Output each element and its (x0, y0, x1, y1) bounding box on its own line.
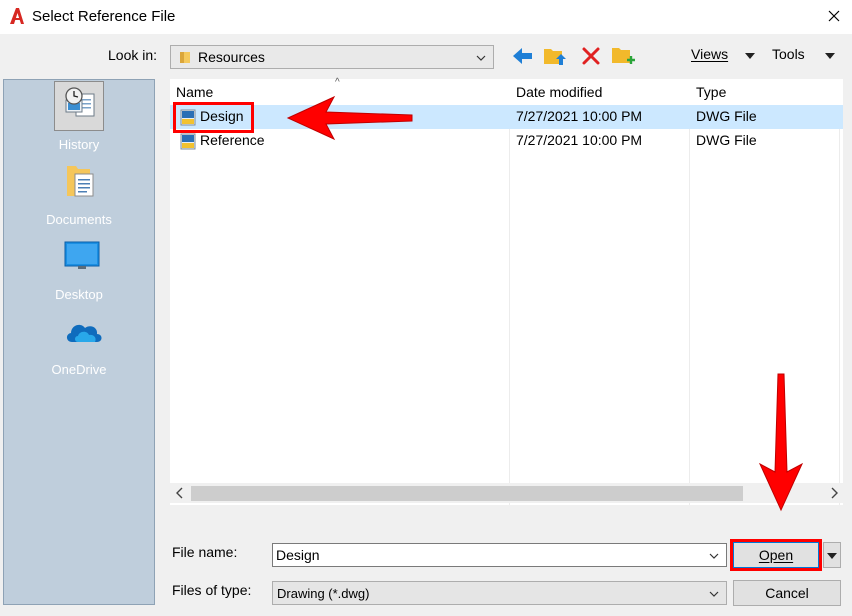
look-in-combo[interactable]: Resources (170, 45, 494, 69)
column-header-date[interactable]: Date modified (516, 84, 602, 100)
annotation-highlight-box (730, 539, 822, 571)
column-header: Name ^ Date modified Type (170, 77, 843, 105)
annotation-arrow-left-icon (286, 95, 413, 141)
place-documents[interactable]: Documents (4, 158, 154, 233)
files-of-type-value: Drawing (*.dwg) (277, 586, 370, 601)
place-label: Documents (46, 212, 112, 227)
place-onedrive[interactable]: OneDrive (4, 308, 154, 383)
caret-down-icon[interactable] (744, 51, 756, 61)
cancel-label: Cancel (765, 585, 809, 601)
caret-down-icon (827, 553, 837, 559)
file-type: DWG File (696, 108, 757, 124)
places-sidebar: History Documents Desktop OneDrive (3, 79, 155, 605)
new-folder-icon[interactable] (610, 43, 636, 69)
cancel-button[interactable]: Cancel (733, 580, 841, 606)
back-arrow-icon[interactable] (510, 43, 536, 69)
place-label: OneDrive (51, 362, 107, 377)
open-options-button[interactable] (823, 542, 841, 568)
file-list[interactable]: Name ^ Date modified Type Design 7/27/20… (170, 77, 843, 505)
look-in-label: Look in: (108, 47, 158, 63)
folder-icon (180, 52, 190, 63)
autocad-logo-icon (10, 8, 24, 24)
annotation-arrow-down-icon (758, 373, 804, 512)
chevron-down-icon[interactable] (707, 587, 721, 601)
file-name-value: Design (276, 547, 320, 563)
scroll-right-icon[interactable] (827, 485, 841, 501)
scrollbar-thumb[interactable] (191, 486, 743, 501)
tools-button[interactable]: Tools (772, 46, 805, 62)
chevron-down-icon[interactable] (474, 51, 488, 65)
files-of-type-label: Files of type: (172, 582, 252, 598)
views-button[interactable]: Views (691, 46, 728, 62)
horizontal-scrollbar[interactable] (170, 483, 843, 503)
desktop-icon (64, 241, 100, 269)
up-one-level-icon[interactable] (542, 43, 568, 69)
column-header-type[interactable]: Type (696, 84, 726, 100)
close-button[interactable] (818, 2, 850, 32)
close-icon (828, 10, 840, 22)
look-in-value: Resources (198, 49, 265, 65)
delete-icon[interactable] (578, 43, 604, 69)
file-name-label: File name: (172, 544, 238, 560)
window-title: Select Reference File (32, 8, 176, 25)
tools-label: Tools (772, 46, 805, 62)
file-date: 7/27/2021 10:00 PM (516, 108, 643, 124)
file-date: 7/27/2021 10:00 PM (516, 132, 643, 148)
caret-down-icon[interactable] (824, 51, 836, 61)
file-type: DWG File (696, 132, 757, 148)
file-name: Reference (200, 132, 265, 148)
place-label: Desktop (55, 287, 103, 302)
file-row[interactable]: Design 7/27/2021 10:00 PM DWG File (170, 105, 843, 129)
dwg-file-icon (180, 133, 196, 150)
annotation-highlight-box (173, 102, 254, 133)
file-row[interactable]: Reference 7/27/2021 10:00 PM DWG File (170, 129, 843, 153)
views-label: Views (691, 46, 729, 62)
history-icon (65, 87, 95, 117)
sort-ascending-icon: ^ (335, 77, 340, 88)
chevron-down-icon[interactable] (707, 549, 721, 563)
place-history[interactable]: History (4, 80, 154, 156)
place-desktop[interactable]: Desktop (4, 233, 154, 308)
file-name-input[interactable]: Design (272, 543, 727, 567)
scroll-left-icon[interactable] (173, 485, 187, 501)
documents-folder-icon (67, 166, 94, 197)
title-bar: Select Reference File (0, 0, 852, 34)
place-label: History (58, 137, 100, 152)
files-of-type-combo[interactable]: Drawing (*.dwg) (272, 581, 727, 605)
column-header-name[interactable]: Name (176, 84, 213, 100)
onedrive-cloud-icon (66, 324, 102, 342)
